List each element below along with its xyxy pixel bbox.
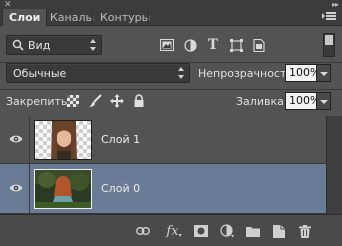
lock-image-pixels-brush-icon[interactable] (88, 94, 102, 108)
updown-arrows-icon (178, 66, 185, 80)
tab-paths[interactable]: Контуры (94, 9, 156, 26)
filter-toggle-switch[interactable] (323, 33, 335, 57)
layers-footer: fx ▾ (0, 214, 342, 246)
fill-input[interactable]: 100% (285, 92, 320, 110)
divider (0, 89, 342, 90)
layers-scrollbar[interactable] (326, 116, 342, 214)
lock-all-icon[interactable] (132, 94, 146, 108)
layers-list: Слой 1 Слой 0 (0, 116, 326, 214)
eye-visibility-icon[interactable] (9, 134, 23, 144)
layer-name[interactable]: Слой 1 (101, 133, 140, 146)
layer-thumbnail (34, 169, 92, 209)
new-layer-icon[interactable] (272, 224, 286, 238)
panel-menu-icon[interactable] (322, 10, 336, 24)
tab-separator (92, 11, 93, 24)
adjustment-icon[interactable] (220, 224, 234, 238)
updown-arrows-icon (90, 38, 97, 52)
opacity-input[interactable]: 100% (285, 64, 320, 82)
opacity-dropdown-button[interactable] (317, 64, 331, 82)
layer-row[interactable]: Слой 1 (0, 116, 326, 164)
fx-icon[interactable]: fx ▾ (164, 224, 184, 239)
link-icon[interactable] (136, 224, 150, 238)
filter-kind-select[interactable]: Вид (6, 35, 102, 55)
fill-label: Заливка: (236, 95, 288, 108)
collapse-icon[interactable]: ▸▸ (332, 0, 339, 10)
blend-mode-label: Обычные (13, 67, 67, 80)
image-filter-icon[interactable] (160, 38, 174, 52)
blend-mode-select[interactable]: Обычные (6, 63, 190, 83)
lock-label: Закрепить: (6, 95, 72, 108)
trash-icon[interactable] (298, 224, 312, 238)
filter-kind-label: Вид (28, 39, 51, 52)
smart-object-filter-icon[interactable] (252, 38, 266, 52)
mask-icon[interactable] (194, 224, 208, 238)
fill-dropdown-button[interactable] (317, 92, 331, 110)
adjustment-filter-icon[interactable] (183, 38, 197, 52)
layer-name[interactable]: Слой 0 (101, 182, 140, 195)
type-filter-icon[interactable]: T (206, 37, 220, 53)
search-icon (12, 39, 24, 54)
panel-tabbar: ✕ ▸▸ Слои Каналы Контуры (0, 0, 342, 26)
lock-transparent-pixels-icon[interactable] (66, 94, 80, 108)
layer-thumbnail (34, 120, 92, 160)
opacity-label: Непрозрачность: (198, 67, 297, 80)
column-separator (29, 164, 30, 214)
shape-filter-icon[interactable] (229, 38, 243, 52)
column-separator (29, 116, 30, 164)
tab-separator (148, 11, 149, 24)
folder-icon[interactable] (246, 224, 260, 238)
lock-position-move-icon[interactable] (110, 94, 124, 108)
tab-layers[interactable]: Слои (2, 9, 48, 26)
layer-row[interactable]: Слой 0 (0, 164, 326, 214)
eye-visibility-icon[interactable] (9, 183, 23, 193)
